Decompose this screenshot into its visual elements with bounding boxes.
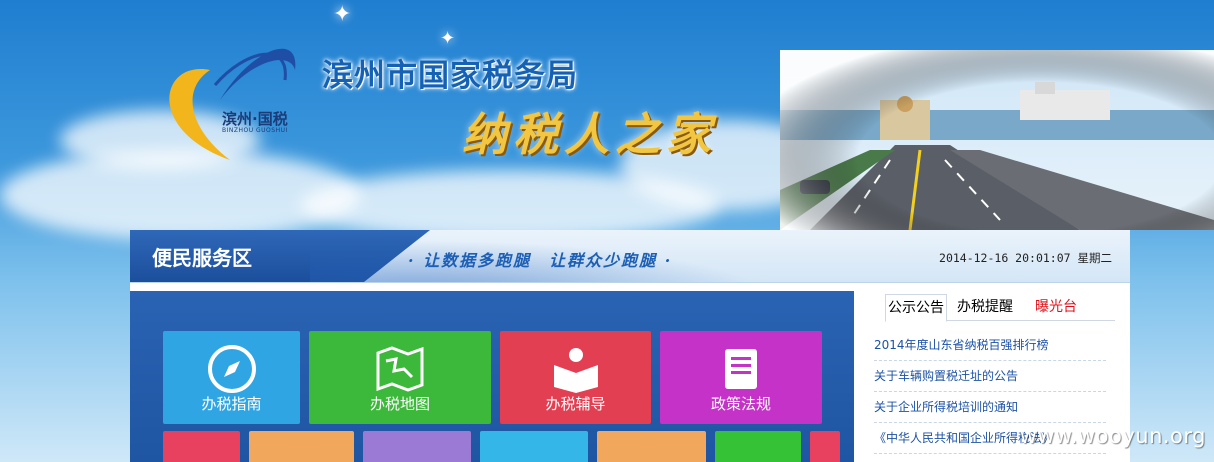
service-panel: 便民服务区 · 让数据多跑腿 让群众少跑腿 · 2014-12-16 20:01… xyxy=(130,230,1130,462)
datetime-display: 2014-12-16 20:01:07 星期二 xyxy=(939,251,1112,265)
tile-tax-map[interactable]: 办税地图 xyxy=(309,331,491,424)
org-title: 滨州市国家税务局 xyxy=(322,58,578,94)
tile-row2[interactable] xyxy=(810,431,840,462)
tile-row2[interactable] xyxy=(363,431,471,462)
sparkle-icon: ✦ xyxy=(333,2,352,27)
tab-announcements[interactable]: 公示公告 xyxy=(885,294,947,322)
tile-policy-law[interactable]: 政策法规 xyxy=(660,331,822,424)
reading-icon xyxy=(550,343,602,395)
tile-row2[interactable] xyxy=(715,431,801,462)
logo-subtext: BINZHOU GUOSHUI xyxy=(222,127,288,134)
panel-title: 便民服务区 xyxy=(152,246,252,270)
logo-text: 滨州·国税 xyxy=(222,110,288,128)
tab-tax-reminders[interactable]: 办税提醒 xyxy=(955,294,1015,320)
compass-icon xyxy=(206,343,258,395)
watermark: www.wooyun.org xyxy=(1019,424,1206,448)
tile-label: 办税指南 xyxy=(201,395,262,413)
list-item[interactable]: 关于企业所得税培训的通知 xyxy=(874,392,1106,423)
panel-slogan: · 让数据多跑腿 让群众少跑腿 · xyxy=(408,251,673,270)
tile-label: 政策法规 xyxy=(710,395,771,413)
panel-header: 便民服务区 · 让数据多跑腿 让群众少跑腿 · 2014-12-16 20:01… xyxy=(130,230,1130,283)
header-slogan: 纳税人之家 xyxy=(462,108,718,161)
banner-photo xyxy=(780,50,1214,230)
tile-label: 办税辅导 xyxy=(545,395,606,413)
tile-tax-guide[interactable]: 办税指南 xyxy=(163,331,300,424)
tile-row2[interactable] xyxy=(597,431,706,462)
book-icon xyxy=(715,343,767,395)
tile-row2[interactable] xyxy=(163,431,240,462)
map-icon xyxy=(374,343,426,395)
tile-row2[interactable] xyxy=(480,431,588,462)
logo xyxy=(150,30,320,170)
tile-row2[interactable] xyxy=(249,431,354,462)
list-item[interactable]: 关于车辆购置税迁址的公告 xyxy=(874,361,1106,392)
notice-tabs: 公示公告 办税提醒 曝光台 xyxy=(885,290,1115,322)
tile-label: 办税地图 xyxy=(369,395,430,413)
list-item[interactable]: 2014年度山东省纳税百强排行榜 xyxy=(874,330,1106,361)
service-tiles: 办税指南 办税地图 办税辅导 政策法规 xyxy=(130,291,854,462)
tile-tax-tutoring[interactable]: 办税辅导 xyxy=(500,331,651,424)
tab-exposure[interactable]: 曝光台 xyxy=(1033,294,1079,320)
sparkle-icon: ✦ xyxy=(440,28,456,49)
